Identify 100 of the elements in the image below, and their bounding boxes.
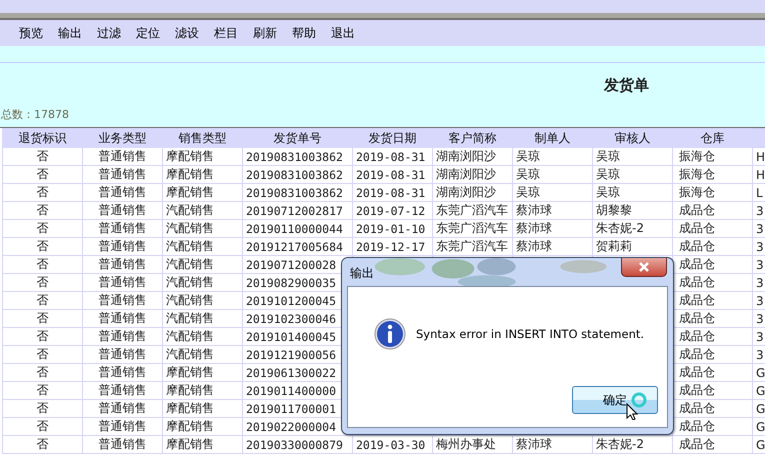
dialog-title: 输出 — [350, 265, 374, 282]
table-cell: 成品仓 — [672, 364, 752, 382]
table-cell: 普通销售 — [82, 256, 162, 274]
column-header[interactable]: 退货标识 — [2, 128, 82, 148]
table-cell: 成品仓 — [672, 328, 752, 346]
table-cell: 成品仓 — [672, 220, 752, 238]
table-cell: 吴琼 — [512, 184, 592, 202]
toolbar-button[interactable]: 退出 — [324, 22, 362, 44]
table-cell: 20190110000044 — [242, 220, 352, 238]
table-cell: 否 — [2, 436, 82, 454]
table-cell: 普通销售 — [82, 202, 162, 220]
table-cell: 振海仓 — [672, 184, 752, 202]
table-cell: 东莞广滔汽车 — [432, 202, 512, 220]
table-cell: 朱杏妮-2 — [592, 220, 672, 238]
table-cell: 否 — [2, 382, 82, 400]
table-cell: 20190831003862 — [242, 166, 352, 184]
toolbar-button[interactable]: 定位 — [129, 22, 167, 44]
toolbar-button[interactable]: 帮助 — [285, 22, 323, 44]
table-cell: 否 — [2, 328, 82, 346]
table-cell: 汽配销售 — [162, 328, 242, 346]
table-cell: 胡黎黎 — [592, 202, 672, 220]
table-cell: 普通销售 — [82, 436, 162, 454]
column-header[interactable]: 审核人 — [592, 128, 672, 148]
error-message: Syntax error in INSERT INTO statement. — [416, 327, 644, 341]
table-cell: 汽配销售 — [162, 238, 242, 256]
table-cell: 否 — [2, 364, 82, 382]
column-header[interactable]: 销售类型 — [162, 128, 242, 148]
toolbar-button[interactable]: 过滤 — [90, 22, 128, 44]
table-cell: 普通销售 — [82, 346, 162, 364]
table-cell: 成品仓 — [672, 400, 752, 418]
table-cell: 吴琼 — [592, 148, 672, 166]
table-cell: 湖南浏阳沙 — [432, 148, 512, 166]
table-cell: 成品仓 — [672, 238, 752, 256]
busy-cursor-icon — [625, 392, 649, 420]
table-cell: 吴琼 — [592, 184, 672, 202]
table-cell: 振海仓 — [672, 166, 752, 184]
table-cell: 汽配销售 — [162, 274, 242, 292]
table-cell: 摩配销售 — [162, 148, 242, 166]
table-cell: 成品仓 — [672, 418, 752, 436]
table-cell: 摩配销售 — [162, 418, 242, 436]
close-button[interactable] — [621, 258, 667, 277]
table-cell: 普通销售 — [82, 292, 162, 310]
table-cell: 摩配销售 — [162, 364, 242, 382]
table-cell: 普通销售 — [82, 274, 162, 292]
table-cell: 梅州办事处 — [432, 436, 512, 454]
table-cell: 普通销售 — [82, 310, 162, 328]
table-cell: 否 — [2, 310, 82, 328]
table-cell: 成品仓 — [672, 256, 752, 274]
table-cell: 否 — [2, 184, 82, 202]
table-cell: 普通销售 — [82, 418, 162, 436]
table-cell: 贺莉莉 — [592, 238, 672, 256]
table-cell: 蔡沛球 — [512, 202, 592, 220]
toolbar-button[interactable]: 滤设 — [168, 22, 206, 44]
table-cell: H — [752, 148, 765, 166]
table-cell: 成品仓 — [672, 382, 752, 400]
table-cell: 摩配销售 — [162, 436, 242, 454]
table-cell: 湖南浏阳沙 — [432, 166, 512, 184]
table-cell: 否 — [2, 166, 82, 184]
table-cell: 普通销售 — [82, 184, 162, 202]
toolbar-button[interactable]: 刷新 — [246, 22, 284, 44]
table-cell: 成品仓 — [672, 292, 752, 310]
column-header[interactable]: 制单人 — [512, 128, 592, 148]
table-cell: 否 — [2, 274, 82, 292]
table-cell: 20190831003862 — [242, 148, 352, 166]
table-cell: 20190712002817 — [242, 202, 352, 220]
table-cell: 摩配销售 — [162, 400, 242, 418]
column-header[interactable]: 业务类型 — [82, 128, 162, 148]
table-cell: 普通销售 — [82, 382, 162, 400]
table-cell: 2019-08-31 — [352, 148, 432, 166]
table-cell: 摩配销售 — [162, 166, 242, 184]
table-cell: 汽配销售 — [162, 292, 242, 310]
table-cell: 20190330000879 — [242, 436, 352, 454]
table-cell: 20190831003862 — [242, 184, 352, 202]
toolbar-button[interactable]: 输出 — [51, 22, 89, 44]
table-cell: 否 — [2, 256, 82, 274]
column-header[interactable]: 客户简称 — [432, 128, 512, 148]
table-cell: 东莞广滔汽车 — [432, 220, 512, 238]
table-cell: 2019-07-12 — [352, 202, 432, 220]
table-cell: 普通销售 — [82, 166, 162, 184]
column-header[interactable]: 发货单号 — [242, 128, 352, 148]
close-icon — [638, 262, 650, 272]
table-cell: 成品仓 — [672, 436, 752, 454]
table-cell: 吴琼 — [512, 148, 592, 166]
table-cell: 否 — [2, 292, 82, 310]
table-cell: 否 — [2, 238, 82, 256]
table-cell: 普通销售 — [82, 238, 162, 256]
table-cell: 成品仓 — [672, 274, 752, 292]
table-cell: 汽配销售 — [162, 310, 242, 328]
ok-button[interactable]: 确定 — [572, 386, 658, 414]
table-cell: 湖南浏阳沙 — [432, 184, 512, 202]
column-header[interactable]: 发货日期 — [352, 128, 432, 148]
table-cell: 成品仓 — [672, 202, 752, 220]
table-cell: 2019-12-17 — [352, 238, 432, 256]
toolbar-button[interactable]: 栏目 — [207, 22, 245, 44]
table-cell: 摩配销售 — [162, 382, 242, 400]
record-count: 总数：17878 — [1, 107, 69, 122]
table-cell: 普通销售 — [82, 148, 162, 166]
toolbar-button[interactable]: 预览 — [12, 22, 50, 44]
table-cell: 摩配销售 — [162, 184, 242, 202]
column-header[interactable]: 仓库 — [672, 128, 752, 148]
